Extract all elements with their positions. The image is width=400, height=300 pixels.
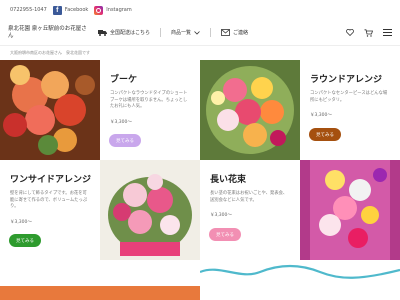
hamburger-icon [383,29,392,36]
cart-icon [364,28,373,37]
nav-products-label: 商品一覧 [171,30,192,36]
cart-button[interactable] [364,28,373,37]
phone-number[interactable]: 0722955-1047 [10,7,47,13]
breadcrumb: 大阪府堺市南区のお花屋さん 泉北花園です [10,50,90,56]
site-header: 泉北花園 泉ヶ丘駅前のお花屋さん 全国配送はこちら 商品一覧 ご連絡 [0,20,400,46]
instagram-icon [94,5,104,15]
product-description: コンパクトなセンターピースはどんな場所にもピッタリ。 [310,91,388,103]
mail-icon [221,29,230,36]
heart-icon [345,29,354,36]
nav-delivery-label: 全国配送はこちら [110,30,151,36]
nav-delivery[interactable]: 全国配送はこちら [98,29,150,36]
view-button[interactable]: 見てみる [9,234,41,247]
nav-divider [210,28,212,37]
product-title: ラウンドアレンジ [310,75,383,85]
long-bouquet-photo[interactable] [300,160,400,260]
product-price: ￥3,300～ [310,113,332,118]
nav-contact[interactable]: ご連絡 [221,29,248,36]
product-price: ￥3,300～ [210,213,232,218]
nav-products[interactable]: 商品一覧 [171,29,200,36]
breadcrumb-item: 泉北花園です [66,50,90,55]
bouquet-photo[interactable] [0,60,100,160]
nav-contact-label: ご連絡 [233,30,249,36]
instagram-label: Instagram [106,7,132,13]
view-button[interactable]: 見てみる [209,228,241,241]
facebook-icon: f [52,5,62,15]
header-icons [345,28,392,37]
product-info-long: 長い花束 長い茎の花束はお祝いごとや、発表会、送別会などに人気です。 ￥3,30… [200,160,300,260]
product-info-bouquet: ブーケ コンパクトなラウンドタイプのショートブーケは場所を取りません。ちょっとし… [100,60,200,160]
product-price: ￥3,300～ [10,219,32,225]
main-nav: 全国配送はこちら 商品一覧 ご連絡 [98,28,248,37]
facebook-link[interactable]: f Facebook [52,5,89,15]
product-title: 長い花束 [210,175,247,185]
breadcrumb-item[interactable]: 大阪府堺市南区のお花屋さん [10,50,62,56]
view-button[interactable]: 見てみる [309,128,341,141]
facebook-label: Facebook [64,7,89,13]
nav-divider [160,28,162,37]
product-description: コンパクトなラウンドタイプのショートブーケは場所を取りません。ちょっとしたお礼に… [110,91,188,109]
truck-icon [98,30,107,36]
footer-accent-bar [0,286,200,300]
product-info-oneside: ワンサイドアレンジ 壁を背にして飾るタイプです。お花を可能に寄せて作るので、ボリ… [0,160,100,260]
product-description: 壁を背にして飾るタイプです。お花を可能に寄せて作るので、ボリュームたっぷり。 [10,191,88,209]
menu-button[interactable] [383,28,392,37]
product-price: ￥3,300～ [110,119,132,125]
favorites-button[interactable] [345,28,354,37]
product-title: ワンサイドアレンジ [10,175,92,185]
oneside-arrange-photo[interactable] [100,160,200,260]
shop-name[interactable]: 泉北花園 泉ヶ丘駅前のお花屋さん [8,26,92,40]
round-arrange-photo[interactable] [200,60,300,160]
product-info-round: ラウンドアレンジ コンパクトなセンターピースはどんな場所にもピッタリ。 ￥3,3… [300,60,400,160]
view-button[interactable]: 見てみる [109,134,141,147]
chevron-down-icon [194,30,200,35]
top-bar: 0722955-1047 f Facebook Instagram [0,0,400,20]
product-title: ブーケ [110,75,138,85]
instagram-link[interactable]: Instagram [94,5,132,15]
wave-decoration [200,264,400,279]
product-description: 長い茎の花束はお祝いごとや、発表会、送別会などに人気です。 [210,191,288,203]
